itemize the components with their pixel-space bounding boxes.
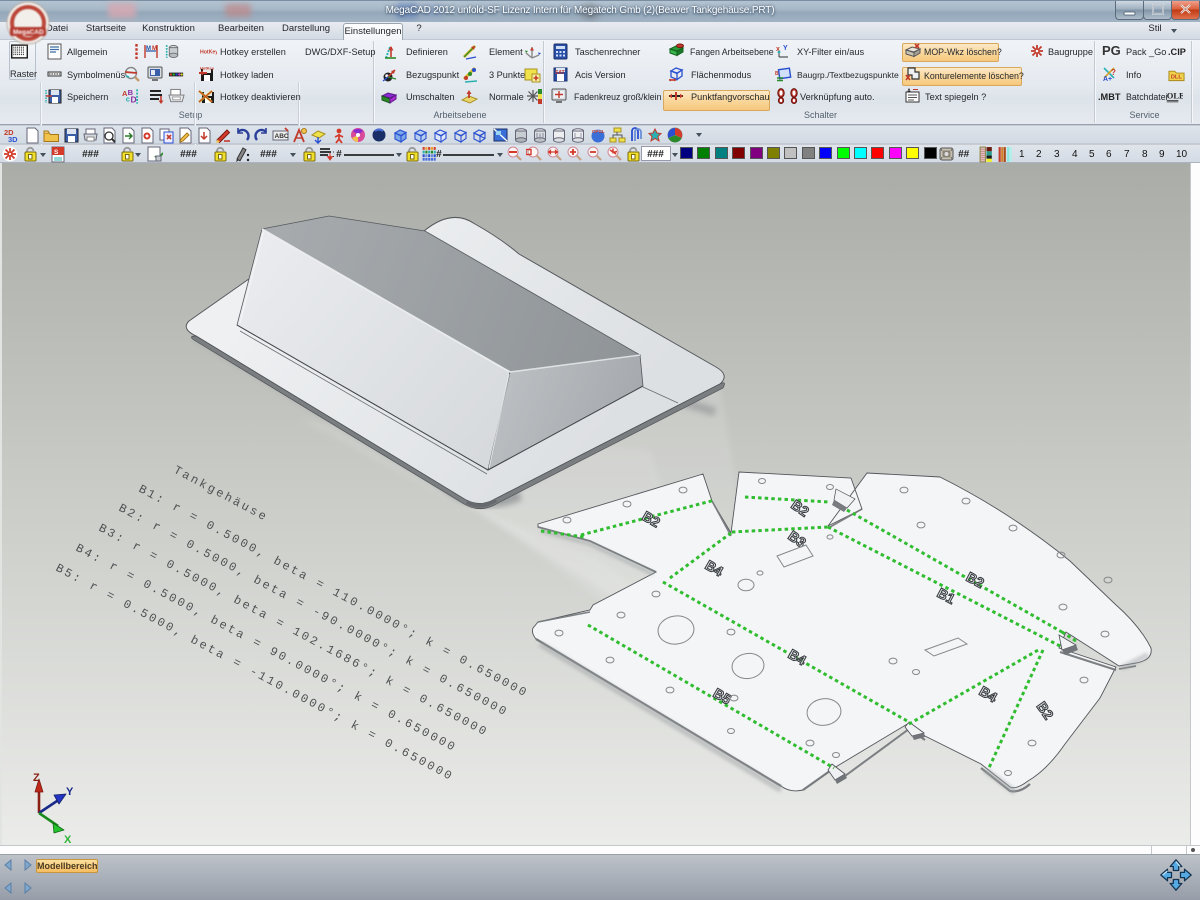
svg-text:M: M xyxy=(146,46,151,52)
svg-text:X: X xyxy=(64,834,72,845)
svg-text:HotKey: HotKey xyxy=(200,49,217,55)
svg-text:HotKey: HotKey xyxy=(200,66,215,71)
svg-text:A+: A+ xyxy=(1103,76,1112,83)
svg-text:Y: Y xyxy=(783,45,788,52)
svg-text:M: M xyxy=(152,46,157,52)
svg-text:c: c xyxy=(126,95,130,104)
svg-text:Y: Y xyxy=(66,786,74,798)
svg-text:SAT: SAT xyxy=(555,70,565,76)
svg-text:MegaCAD: MegaCAD xyxy=(13,29,44,36)
svg-text:B: B xyxy=(775,71,779,77)
svg-text:DLL: DLL xyxy=(1171,75,1183,81)
svg-text:OPGL: OPGL xyxy=(592,129,605,134)
svg-text:S: S xyxy=(54,149,59,156)
svg-text:D: D xyxy=(131,95,137,105)
svg-text:OLE: OLE xyxy=(1167,90,1183,100)
svg-text:Z: Z xyxy=(33,772,40,784)
svg-text:A: A xyxy=(907,89,911,95)
svg-text:3D: 3D xyxy=(8,135,18,144)
svg-text:ABC: ABC xyxy=(275,133,289,140)
